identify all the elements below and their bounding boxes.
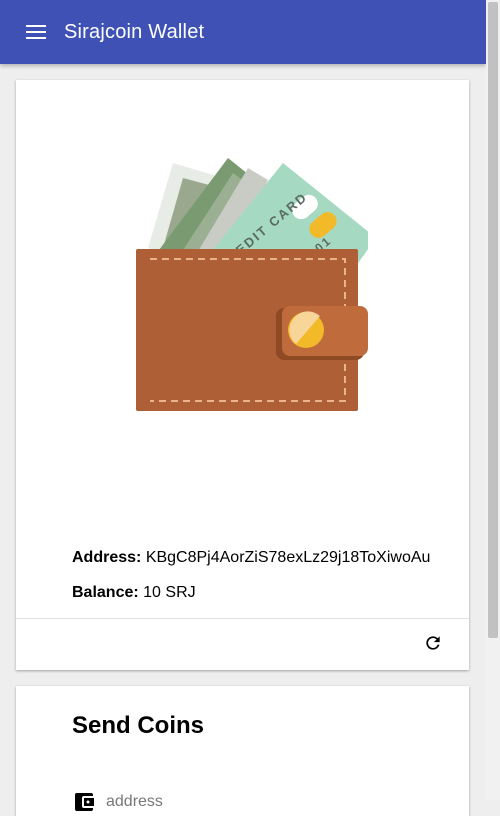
address-input[interactable] <box>104 792 408 812</box>
address-field <box>72 790 408 814</box>
address-value: KBgC8Pj4AorZiS78exLz29j18ToXiwoAu <box>145 549 431 566</box>
wallet-card: CREDIT CARD 0001 Address: KBgC8Pj4AorZiS… <box>16 80 469 670</box>
send-coins-title: Send Coins <box>72 712 205 739</box>
refresh-icon <box>426 636 440 650</box>
refresh-button[interactable] <box>418 628 448 658</box>
app-title: Sirajcoin Wallet <box>64 20 205 43</box>
scrollbar-thumb[interactable] <box>488 2 498 638</box>
send-coins-card: Send Coins <box>16 686 469 816</box>
address-label: Address: <box>72 549 142 566</box>
app-bar: Sirajcoin Wallet <box>0 0 486 64</box>
balance-value: 10 SRJ <box>143 584 196 601</box>
menu-icon <box>26 25 46 39</box>
address-row: Address: KBgC8Pj4AorZiS78exLz29j18ToXiwo… <box>72 549 430 567</box>
menu-button[interactable] <box>24 20 48 44</box>
wallet-field-icon <box>75 793 94 811</box>
wallet-illustration: CREDIT CARD 0001 <box>136 158 368 411</box>
balance-row: Balance: 10 SRJ <box>72 584 196 602</box>
scrollbar[interactable] <box>486 0 500 800</box>
balance-label: Balance: <box>72 584 139 601</box>
card-divider <box>16 618 469 619</box>
